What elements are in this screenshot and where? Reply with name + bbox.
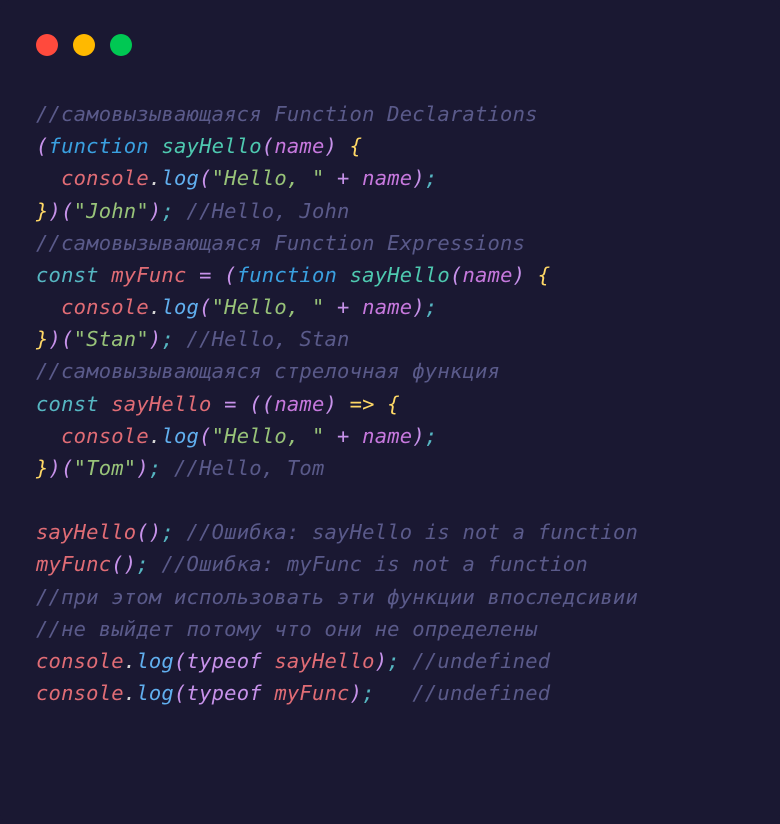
code-comment: //Ошибка: sayHello is not a function [174, 520, 638, 544]
token: log [161, 166, 199, 190]
code-comment: //undefined [412, 681, 550, 705]
code-block: //самовызывающаяся Function Declarations… [0, 56, 780, 709]
token: ( [36, 134, 49, 158]
maximize-icon[interactable] [110, 34, 132, 56]
token: { [350, 134, 363, 158]
code-comment: //undefined [400, 649, 551, 673]
token: sayHello [161, 134, 261, 158]
token: "Hello, " [212, 166, 325, 190]
code-comment: //самовызывающаяся Function Expressions [36, 231, 525, 255]
token: name [274, 134, 324, 158]
code-comment: //самовызывающаяся Function Declarations [36, 102, 538, 126]
minimize-icon[interactable] [73, 34, 95, 56]
close-icon[interactable] [36, 34, 58, 56]
token: function [49, 134, 149, 158]
code-comment: //Hello, Tom [161, 456, 324, 480]
code-comment: //Hello, Stan [174, 327, 350, 351]
token: ( [262, 134, 275, 158]
code-comment: //при этом использовать эти функции впос… [36, 585, 638, 609]
token: ) [325, 134, 338, 158]
code-window: //самовызывающаяся Function Declarations… [0, 0, 780, 824]
code-comment: //Hello, John [174, 199, 350, 223]
code-comment: //самовызывающаяся стрелочная функция [36, 359, 500, 383]
window-titlebar [0, 0, 780, 56]
token: console [61, 166, 149, 190]
code-comment: //Ошибка: myFunc is not a function [149, 552, 588, 576]
code-comment: //не выйдет потому что они не определены [36, 617, 538, 641]
